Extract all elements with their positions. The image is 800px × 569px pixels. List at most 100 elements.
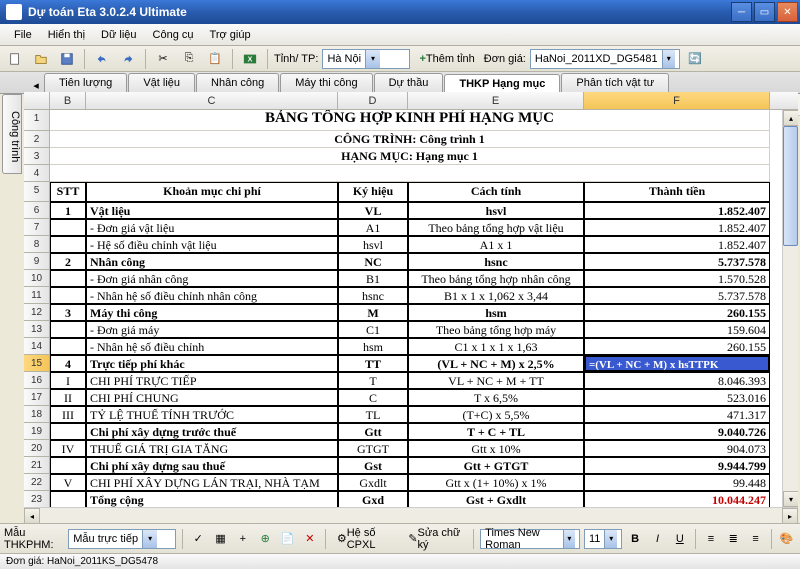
cell[interactable] (50, 457, 86, 474)
cell[interactable]: Gxdlt (338, 474, 408, 491)
cell[interactable]: A1 x 1 (408, 236, 584, 253)
menu-tools[interactable]: Công cụ (145, 29, 202, 41)
cell[interactable]: T x 6,5% (408, 389, 584, 406)
cell[interactable]: BẢNG TỔNG HỢP KINH PHÍ HẠNG MỤC (50, 110, 770, 131)
cell[interactable]: C1 x 1 x 1 x 1,63 (408, 338, 584, 355)
cell[interactable]: - Hệ số điều chỉnh vật liệu (86, 236, 338, 253)
row-header[interactable]: 20 (24, 440, 50, 457)
cell[interactable]: Gxd (338, 491, 408, 507)
cell[interactable]: 1 (50, 202, 86, 219)
cell[interactable]: Nhân công (86, 253, 338, 270)
cell[interactable]: hsm (408, 304, 584, 321)
row-header[interactable]: 11 (24, 287, 50, 304)
cell[interactable]: TỶ LỆ THUẾ TÍNH TRƯỚC (86, 406, 338, 423)
cell[interactable]: Trực tiếp phí khác (86, 355, 338, 372)
cell[interactable]: 99.448 (584, 474, 770, 491)
col-header-F[interactable]: F (584, 92, 770, 109)
row-header[interactable]: 6 (24, 202, 50, 219)
cell[interactable]: 260.155 (584, 338, 770, 355)
row-header[interactable]: 21 (24, 457, 50, 474)
tool-add-green-icon[interactable]: ⊕ (256, 528, 274, 550)
menu-display[interactable]: Hiển thị (40, 29, 93, 41)
row-header[interactable]: 23 (24, 491, 50, 507)
cell[interactable] (50, 287, 86, 304)
cell[interactable]: 4 (50, 355, 86, 372)
cell[interactable]: Gst + Gxdlt (408, 491, 584, 507)
cell[interactable]: 10.044.247 (584, 491, 770, 507)
tool-delete-icon[interactable]: ✕ (301, 528, 319, 550)
tool-doc-icon[interactable]: 📄 (278, 528, 296, 550)
undo-icon[interactable] (91, 48, 113, 70)
col-header-D[interactable]: D (338, 92, 408, 109)
col-header-E[interactable]: E (408, 92, 584, 109)
cell[interactable]: Theo bảng tổng hợp nhân công (408, 270, 584, 287)
font-combo[interactable]: Times New Roman ▾ (480, 529, 580, 549)
col-header-C[interactable]: C (86, 92, 338, 109)
cell[interactable] (50, 219, 86, 236)
paste-icon[interactable]: 📋 (204, 48, 226, 70)
cell[interactable] (50, 423, 86, 440)
cell[interactable]: A1 (338, 219, 408, 236)
cell[interactable]: - Đơn giá nhân công (86, 270, 338, 287)
menu-file[interactable]: File (6, 29, 40, 41)
cell[interactable]: Gtt x (1+ 10%) x 1% (408, 474, 584, 491)
cell[interactable]: 5.737.578 (584, 253, 770, 270)
cell[interactable]: 3 (50, 304, 86, 321)
cell[interactable] (50, 270, 86, 287)
cell[interactable]: 1.570.528 (584, 270, 770, 287)
cell[interactable]: Thành tiền (584, 182, 770, 202)
menu-help[interactable]: Trợ giúp (202, 29, 259, 41)
underline-button[interactable]: U (671, 528, 689, 550)
cell[interactable]: Ký hiệu (338, 182, 408, 202)
cell[interactable]: M (338, 304, 408, 321)
cell[interactable]: - Nhân hệ số điều chỉnh nhân công (86, 287, 338, 304)
cell[interactable]: THUẾ GIÁ TRỊ GIA TĂNG (86, 440, 338, 457)
cell[interactable]: Gst (338, 457, 408, 474)
tab-tiên-lượng[interactable]: Tiên lượng (44, 73, 127, 93)
cell[interactable]: hsvl (408, 202, 584, 219)
cell[interactable]: Vật liệu (86, 202, 338, 219)
row-header[interactable]: 8 (24, 236, 50, 253)
cell[interactable]: 8.046.393 (584, 372, 770, 389)
cell[interactable]: C1 (338, 321, 408, 338)
cell[interactable]: Chi phí xây dựng sau thuế (86, 457, 338, 474)
cell[interactable]: CHI PHÍ CHUNG (86, 389, 338, 406)
row-header[interactable]: 13 (24, 321, 50, 338)
template-combo[interactable]: Mẫu trực tiếp ▾ (68, 529, 176, 549)
cell[interactable]: Gtt + GTGT (408, 457, 584, 474)
cell[interactable]: Khoản mục chi phí (86, 182, 338, 202)
cell[interactable] (50, 338, 86, 355)
cell[interactable]: B1 (338, 270, 408, 287)
row-header[interactable]: 4 (24, 165, 50, 182)
cell[interactable]: 9.944.799 (584, 457, 770, 474)
cell[interactable]: 5.737.578 (584, 287, 770, 304)
align-left-button[interactable]: ≡ (702, 528, 720, 550)
edit-signature-button[interactable]: ✎Sửa chữ ký (403, 528, 467, 550)
cell[interactable]: 260.155 (584, 304, 770, 321)
cell[interactable]: VL + NC + M + TT (408, 372, 584, 389)
tab-dự-thầu[interactable]: Dự thầu (374, 73, 444, 93)
cell[interactable]: - Đơn giá máy (86, 321, 338, 338)
cell[interactable]: 471.317 (584, 406, 770, 423)
row-header[interactable]: 18 (24, 406, 50, 423)
scroll-thumb[interactable] (783, 126, 798, 246)
row-header[interactable]: 22 (24, 474, 50, 491)
row-header[interactable]: 15 (24, 355, 50, 372)
cell[interactable] (50, 321, 86, 338)
row-header[interactable]: 14 (24, 338, 50, 355)
cell[interactable]: CHI PHÍ XÂY DỰNG LÁN TRẠI, NHÀ TẠM (86, 474, 338, 491)
open-icon[interactable] (30, 48, 52, 70)
province-combo[interactable]: Hà Nội ▾ (322, 49, 410, 69)
cell[interactable]: 1.852.407 (584, 219, 770, 236)
cell[interactable]: Chi phí xây dựng trước thuế (86, 423, 338, 440)
cell[interactable]: Máy thi công (86, 304, 338, 321)
cell[interactable]: hsnc (408, 253, 584, 270)
cell[interactable]: 2 (50, 253, 86, 270)
tab-vật-liệu[interactable]: Vật liệu (128, 73, 195, 93)
tool-plus-icon[interactable]: + (234, 528, 252, 550)
cell[interactable]: (T+C) x 5,5% (408, 406, 584, 423)
cell[interactable]: CHI PHÍ TRỰC TIẾP (86, 372, 338, 389)
row-header[interactable]: 3 (24, 148, 50, 165)
cell[interactable]: V (50, 474, 86, 491)
tab-nhân-công[interactable]: Nhân công (196, 73, 279, 93)
